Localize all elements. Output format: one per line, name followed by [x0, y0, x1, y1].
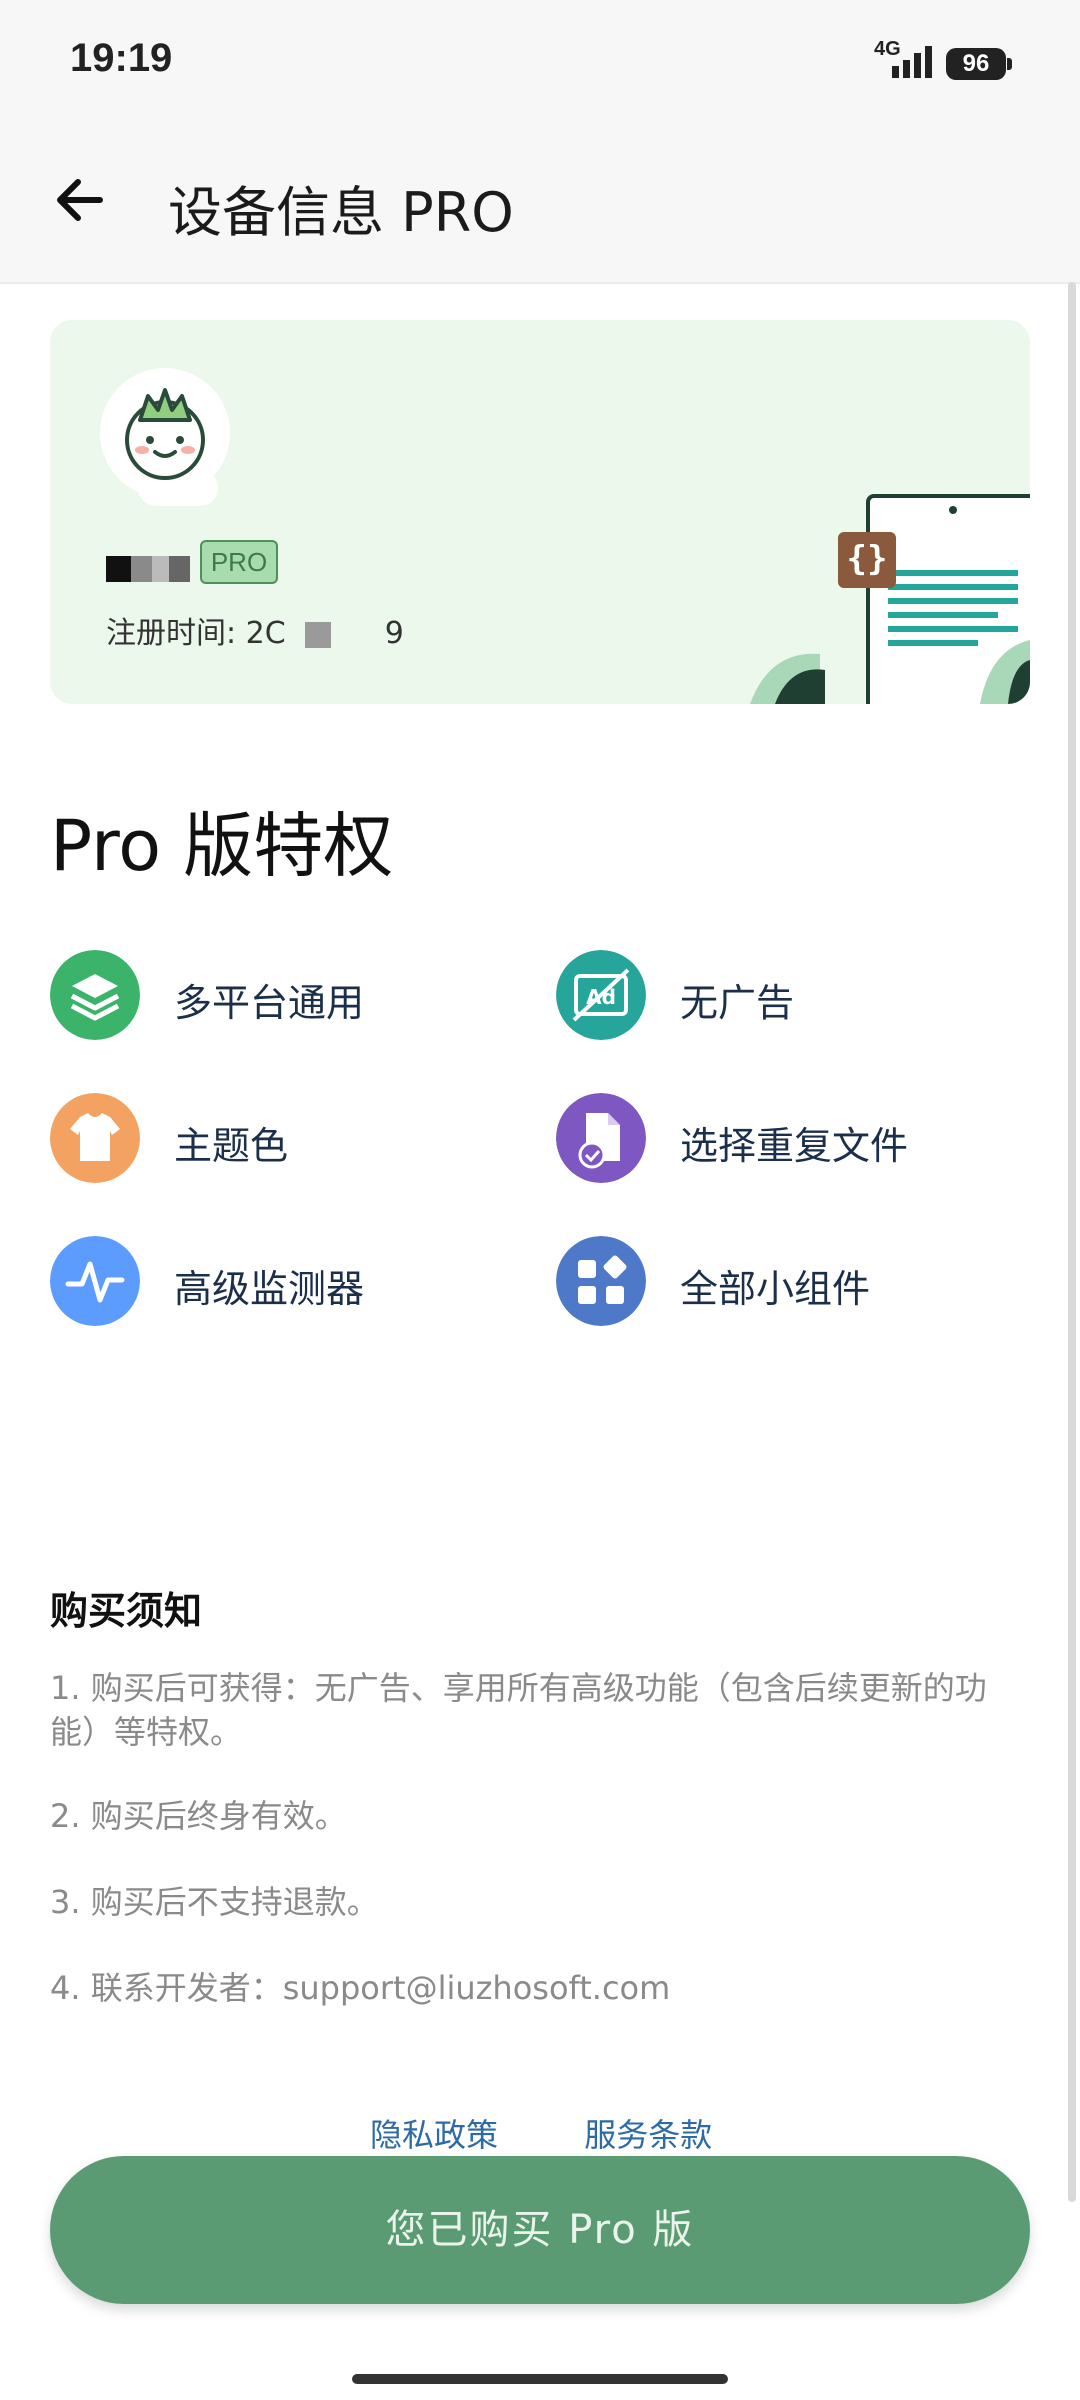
notice-title: 购买须知 — [50, 1589, 203, 1633]
username-masked — [106, 556, 190, 582]
terms-of-service-link[interactable]: 服务条款 — [584, 2116, 712, 2154]
pulse-icon — [50, 1236, 140, 1326]
notice-item: 4. 联系开发者：support@liuzhosoft.com — [50, 1969, 671, 2007]
feature-label: 主题色 — [174, 1124, 289, 1168]
svg-text:{}: {} — [847, 539, 888, 579]
feature-label: 无广告 — [680, 981, 795, 1025]
register-time: 注册时间: 2C 9 — [106, 608, 404, 652]
scrollbar[interactable] — [1068, 282, 1076, 2202]
status-bar: 19:19 4G 96 — [0, 0, 1080, 120]
battery-tip — [1007, 58, 1012, 70]
register-time-mask — [305, 621, 332, 648]
notice-item: 3. 购买后不支持退款。 — [50, 1883, 379, 1921]
avatar-face-icon — [125, 388, 205, 480]
feature-label: 高级监测器 — [174, 1267, 365, 1311]
app-bar: 设备信息 PRO — [0, 120, 1080, 284]
back-arrow-icon[interactable] — [48, 168, 112, 232]
widgets-icon — [556, 1236, 646, 1326]
tshirt-icon — [50, 1093, 140, 1183]
footer-links: 隐私政策 服务条款 — [370, 2110, 788, 2156]
layers-icon — [50, 950, 140, 1040]
register-time-suffix: 9 — [384, 616, 404, 651]
home-indicator[interactable] — [352, 2374, 728, 2384]
features-title: Pro 版特权 — [50, 805, 394, 887]
purchased-pro-button[interactable]: 您已购买 Pro 版 — [50, 2156, 1030, 2304]
page-title: 设备信息 PRO — [168, 181, 514, 244]
profile-card: PRO 注册时间: 2C 9 {} — [50, 320, 1030, 704]
signal-icon — [892, 46, 932, 78]
avatar[interactable] — [100, 368, 230, 498]
privacy-policy-link[interactable]: 隐私政策 — [370, 2116, 498, 2154]
duplicate-file-icon — [556, 1093, 646, 1183]
feature-label: 多平台通用 — [174, 981, 365, 1025]
battery-icon: 96 — [946, 48, 1006, 80]
notice-item: 2. 购买后终身有效。 — [50, 1797, 347, 1835]
feature-label: 全部小组件 — [680, 1267, 871, 1311]
register-time-text: 注册时间: 2C — [106, 616, 286, 651]
no-ad-icon: Ad — [556, 950, 646, 1040]
phone-illustration-icon: {} — [750, 494, 1030, 704]
notice-item: 1. 购买后可获得：无广告、享用所有高级功能（包含后续更新的功能）等特权。 — [50, 1669, 987, 1751]
pro-badge: PRO — [200, 540, 278, 584]
status-time: 19:19 — [70, 36, 173, 80]
feature-label: 选择重复文件 — [680, 1124, 909, 1168]
